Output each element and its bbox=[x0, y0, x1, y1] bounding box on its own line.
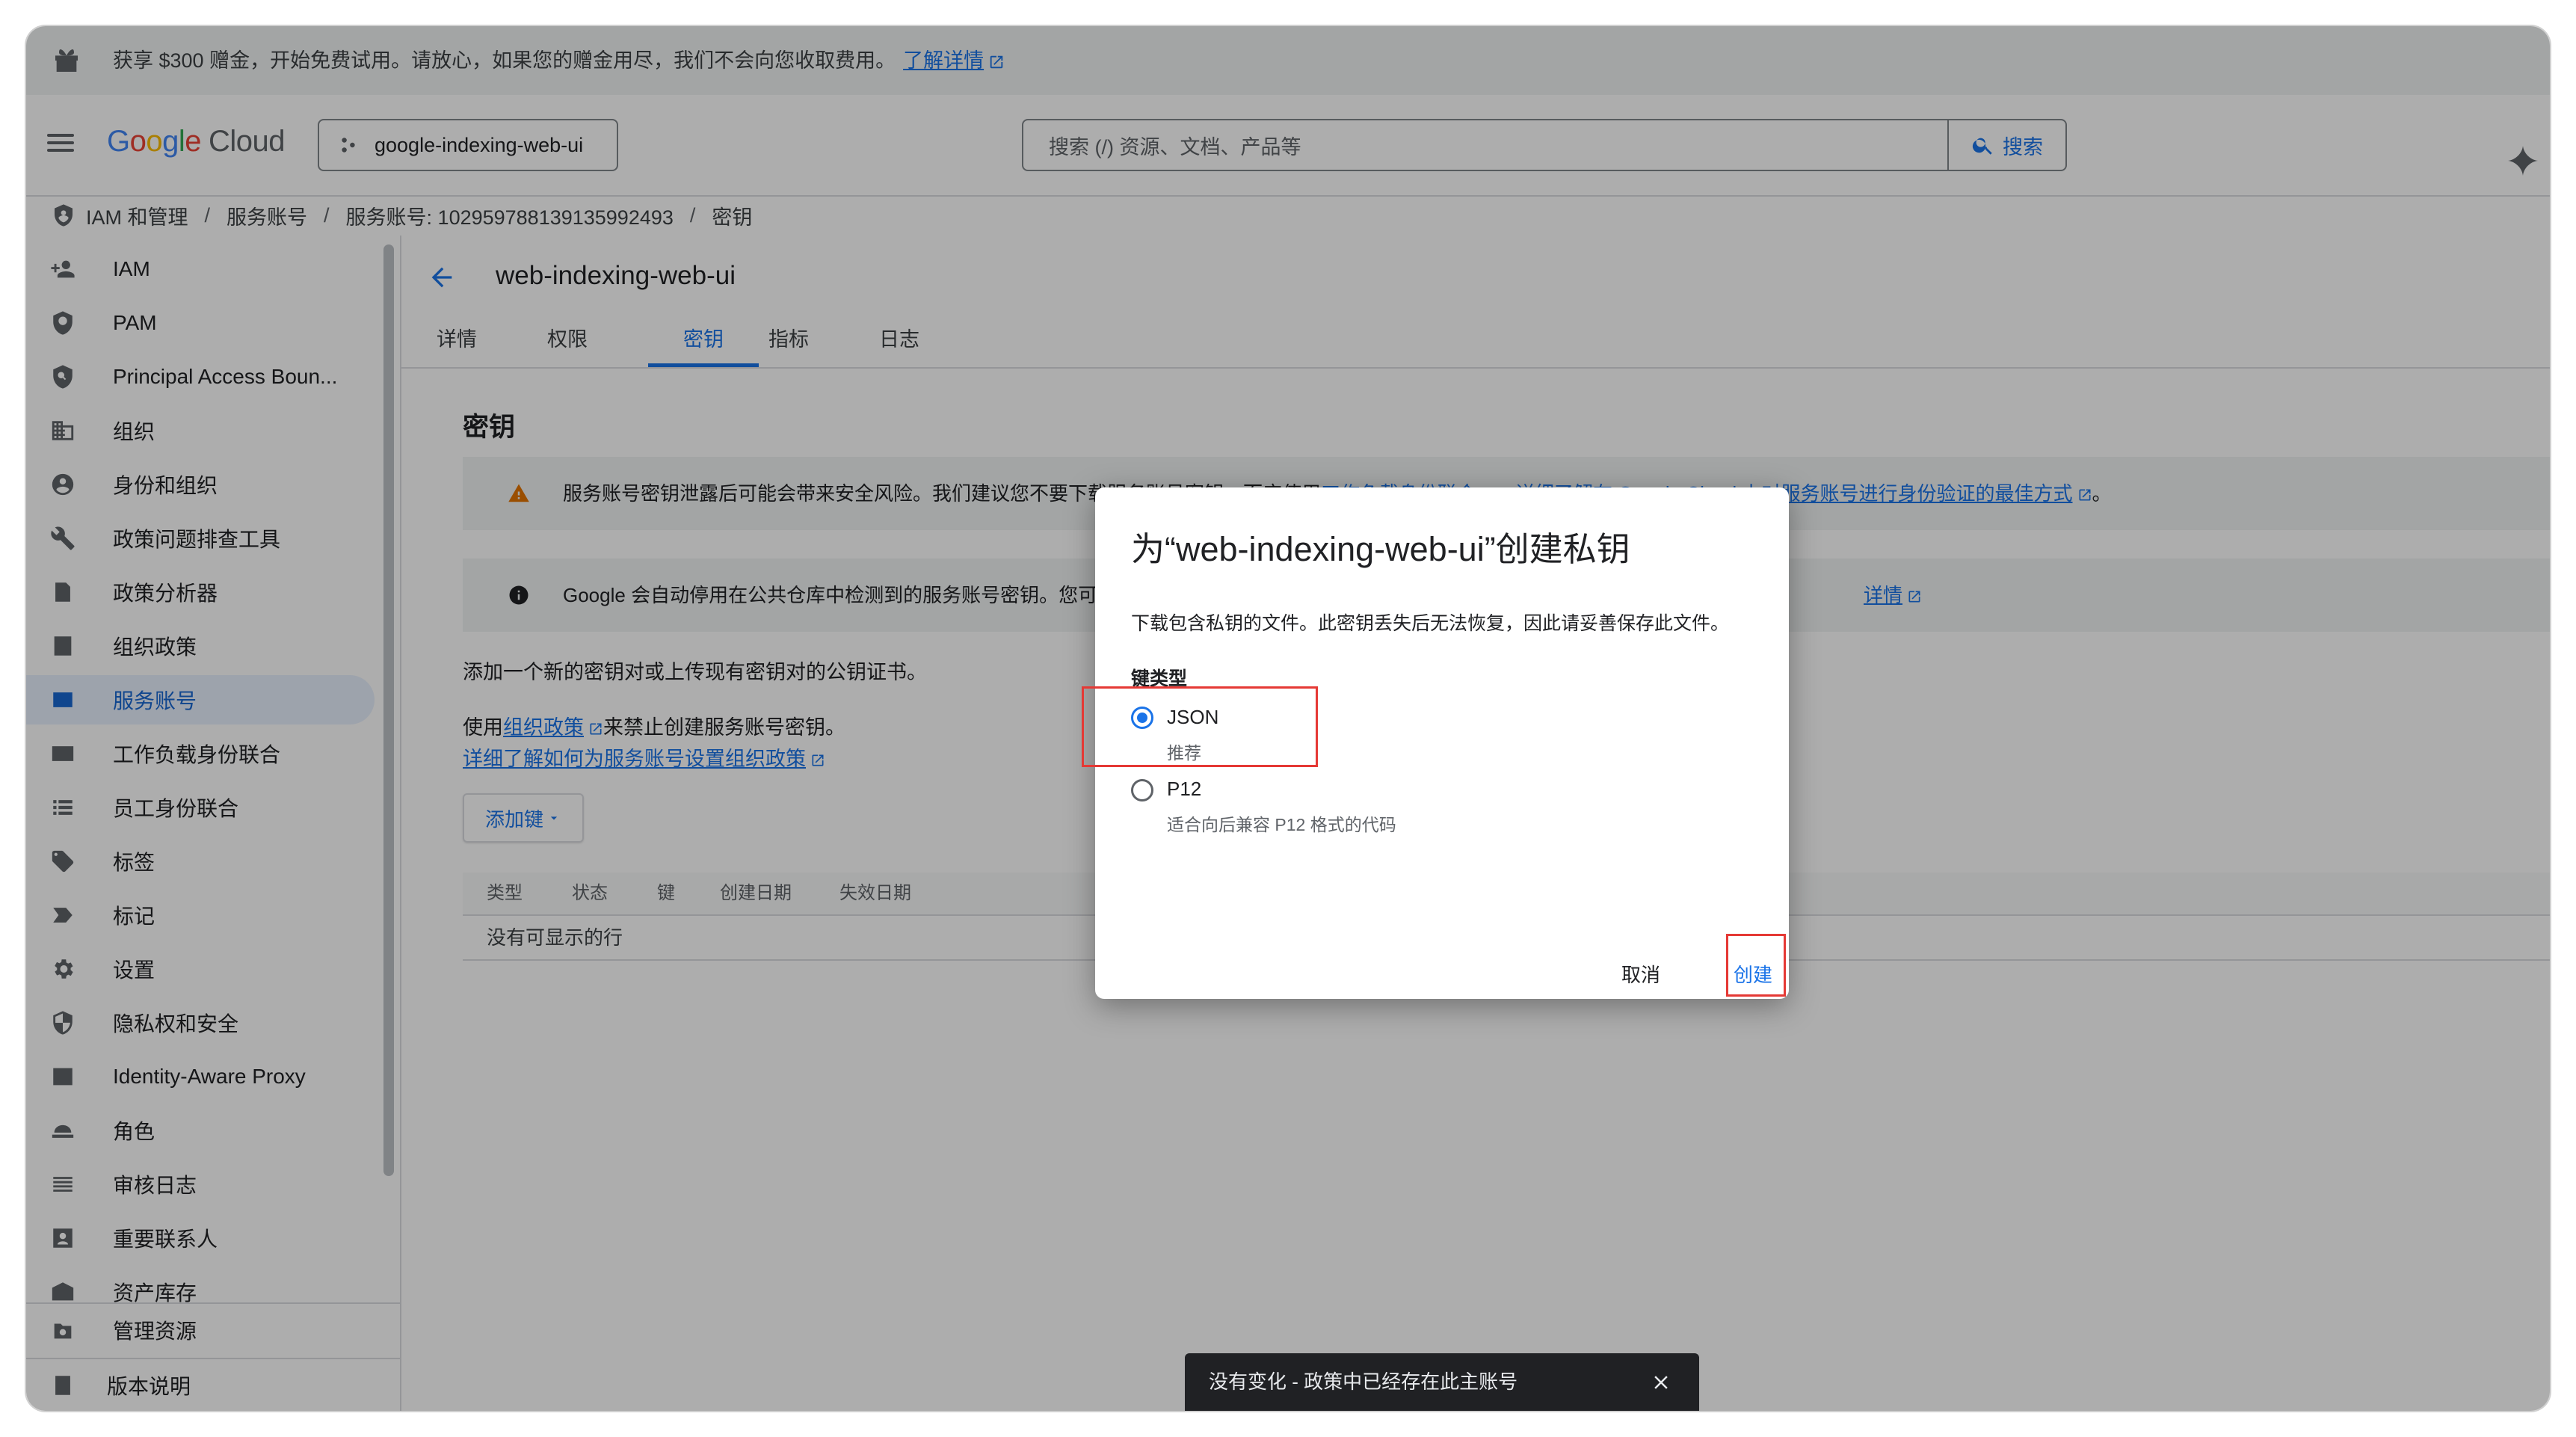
snackbar: 没有变化 - 政策中已经存在此主账号 bbox=[1185, 1353, 1699, 1411]
option-p12-sub: 适合向后兼容 P12 格式的代码 bbox=[1167, 815, 1396, 834]
radio-p12[interactable] bbox=[1131, 779, 1153, 801]
option-json-sub: 推荐 bbox=[1167, 743, 1201, 763]
dialog-description: 下载包含私钥的文件。此密钥丢失后无法恢复，因此请妥善保存此文件。 bbox=[1131, 613, 1730, 634]
option-p12-label[interactable]: P12 bbox=[1167, 778, 1201, 801]
cancel-button[interactable]: 取消 bbox=[1621, 960, 1660, 988]
browser-window: 获享 $300 赠金，开始免费试用。请放心，如果您的赠金用尽，我们不会向您收取费… bbox=[26, 26, 2550, 1411]
create-key-dialog: 为“web-indexing-web-ui”创建私钥 下载包含私钥的文件。此密钥… bbox=[1082, 487, 1789, 999]
option-json-label[interactable]: JSON bbox=[1167, 706, 1218, 729]
close-icon[interactable] bbox=[1650, 1371, 1672, 1394]
dialog-title: 为“web-indexing-web-ui”创建私钥 bbox=[1131, 530, 1630, 568]
snackbar-text: 没有变化 - 政策中已经存在此主账号 bbox=[1209, 1370, 1518, 1393]
radio-json[interactable] bbox=[1131, 707, 1153, 729]
create-button[interactable]: 创建 bbox=[1734, 960, 1772, 988]
